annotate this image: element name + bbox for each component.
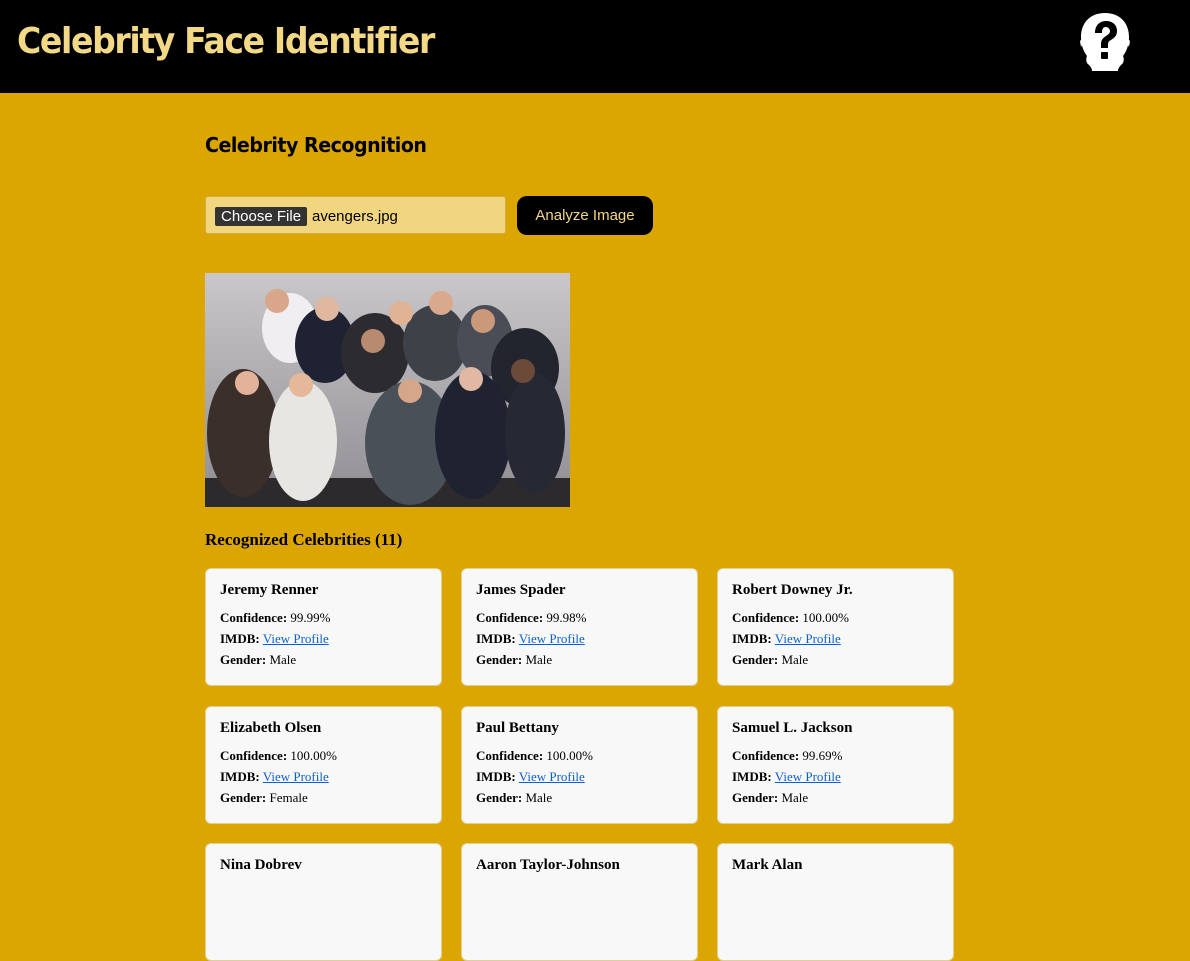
- celebrity-name: Nina Dobrev: [220, 857, 302, 873]
- selected-file-name: avengers.jpg: [312, 208, 398, 225]
- gender-row: Gender: Male: [732, 649, 939, 670]
- imdb-profile-link[interactable]: View Profile: [263, 631, 329, 646]
- gender-value: Male: [269, 652, 297, 667]
- gender-label: Gender:: [476, 652, 523, 667]
- imdb-row: IMDB: View Profile: [476, 766, 683, 787]
- gender-value: Male: [781, 790, 809, 805]
- imdb-profile-link[interactable]: View Profile: [775, 631, 841, 646]
- confidence-label: Confidence:: [220, 610, 288, 625]
- imdb-label: IMDB:: [476, 769, 516, 784]
- confidence-label: Confidence:: [220, 748, 288, 763]
- gender-label: Gender:: [732, 790, 779, 805]
- file-input[interactable]: Choose File avengers.jpg: [205, 196, 506, 234]
- confidence-row: Confidence: 100.00%: [732, 607, 939, 628]
- confidence-row: Confidence: 100.00%: [220, 745, 427, 766]
- celebrity-card: Robert Downey Jr. Confidence: 100.00% IM…: [717, 568, 954, 686]
- imdb-label: IMDB:: [732, 769, 772, 784]
- imdb-profile-link[interactable]: View Profile: [775, 769, 841, 784]
- confidence-row: Confidence: 99.98%: [476, 607, 683, 628]
- confidence-label: Confidence:: [732, 748, 800, 763]
- imdb-row: IMDB: View Profile: [476, 628, 683, 649]
- celebrity-card: James Spader Confidence: 99.98% IMDB: Vi…: [461, 568, 698, 686]
- confidence-label: Confidence:: [476, 610, 544, 625]
- gender-label: Gender:: [732, 652, 779, 667]
- confidence-value: 100.00%: [546, 748, 594, 763]
- gender-label: Gender:: [476, 790, 523, 805]
- gender-row: Gender: Male: [476, 787, 683, 808]
- celebrity-card: Elizabeth Olsen Confidence: 100.00% IMDB…: [205, 706, 442, 824]
- gender-value: Female: [269, 790, 308, 805]
- confidence-row: Confidence: 99.99%: [220, 607, 427, 628]
- uploaded-group-photo: [205, 273, 570, 507]
- gender-row: Gender: Male: [220, 649, 427, 670]
- celebrity-card: Aaron Taylor-Johnson: [461, 843, 698, 961]
- confidence-label: Confidence:: [476, 748, 544, 763]
- gender-row: Gender: Female: [220, 787, 427, 808]
- gender-value: Male: [525, 652, 553, 667]
- celebrity-card: Samuel L. Jackson Confidence: 99.69% IMD…: [717, 706, 954, 824]
- celebrity-name: Samuel L. Jackson: [732, 720, 853, 736]
- confidence-value: 100.00%: [802, 610, 850, 625]
- imdb-label: IMDB:: [220, 631, 260, 646]
- imdb-row: IMDB: View Profile: [732, 766, 939, 787]
- analyze-image-button[interactable]: Analyze Image: [517, 196, 653, 235]
- celebrity-name: Jeremy Renner: [220, 582, 319, 598]
- imdb-label: IMDB:: [732, 631, 772, 646]
- imdb-label: IMDB:: [220, 769, 260, 784]
- results-title: Recognized Celebrities (11): [205, 530, 403, 549]
- section-title: Celebrity Recognition: [205, 133, 427, 157]
- imdb-row: IMDB: View Profile: [732, 628, 939, 649]
- confidence-value: 99.98%: [546, 610, 587, 625]
- top-bar: Celebrity Face Identifier: [0, 0, 1190, 93]
- celebrity-name: Mark Alan: [732, 857, 803, 873]
- celebrity-card: Mark Alan: [717, 843, 954, 961]
- celebrity-name: Paul Bettany: [476, 720, 559, 736]
- celebrity-name: Elizabeth Olsen: [220, 720, 322, 736]
- confidence-row: Confidence: 99.69%: [732, 745, 939, 766]
- celebrity-card: Paul Bettany Confidence: 100.00% IMDB: V…: [461, 706, 698, 824]
- celebrity-card: Jeremy Renner Confidence: 99.99% IMDB: V…: [205, 568, 442, 686]
- imdb-label: IMDB:: [476, 631, 516, 646]
- celebrity-name: Aaron Taylor-Johnson: [476, 857, 620, 873]
- app-title: Celebrity Face Identifier: [17, 21, 435, 62]
- gender-label: Gender:: [220, 790, 267, 805]
- gender-value: Male: [781, 652, 809, 667]
- gender-value: Male: [525, 790, 553, 805]
- gender-row: Gender: Male: [476, 649, 683, 670]
- celebrity-card: Nina Dobrev: [205, 843, 442, 961]
- confidence-row: Confidence: 100.00%: [476, 745, 683, 766]
- gender-label: Gender:: [220, 652, 267, 667]
- imdb-row: IMDB: View Profile: [220, 766, 427, 787]
- question-mark-head-icon[interactable]: [1078, 11, 1132, 75]
- imdb-profile-link[interactable]: View Profile: [519, 769, 585, 784]
- imdb-row: IMDB: View Profile: [220, 628, 427, 649]
- confidence-label: Confidence:: [732, 610, 800, 625]
- celebrity-name: James Spader: [476, 582, 566, 598]
- imdb-profile-link[interactable]: View Profile: [263, 769, 329, 784]
- celebrity-name: Robert Downey Jr.: [732, 582, 853, 598]
- imdb-profile-link[interactable]: View Profile: [519, 631, 585, 646]
- gender-row: Gender: Male: [732, 787, 939, 808]
- choose-file-button[interactable]: Choose File: [215, 207, 308, 226]
- confidence-value: 100.00%: [290, 748, 338, 763]
- confidence-value: 99.69%: [802, 748, 843, 763]
- confidence-value: 99.99%: [290, 610, 331, 625]
